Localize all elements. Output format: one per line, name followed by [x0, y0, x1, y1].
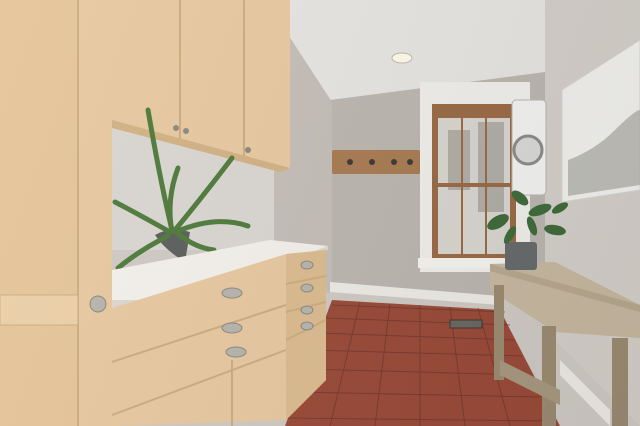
- laundry-room-photo: [0, 0, 640, 426]
- stacked-washer: [511, 99, 547, 196]
- drawer-pull: [300, 305, 314, 315]
- drawer-pull: [300, 260, 314, 270]
- wooden-coat-rack: [332, 150, 420, 174]
- recessed-light-icon: [391, 52, 413, 64]
- floor-vent-icon: [449, 319, 483, 329]
- tile-floor: [285, 300, 560, 426]
- tall-pantry-cabinet: [0, 0, 112, 426]
- cabinet-knob: [89, 295, 107, 313]
- photo-canvas: [0, 0, 640, 426]
- drawer-pull: [221, 287, 243, 299]
- drawer-pull: [300, 283, 314, 293]
- drawer-pull: [221, 322, 243, 334]
- drawer-pull: [225, 346, 247, 358]
- drawer-pull: [300, 321, 314, 331]
